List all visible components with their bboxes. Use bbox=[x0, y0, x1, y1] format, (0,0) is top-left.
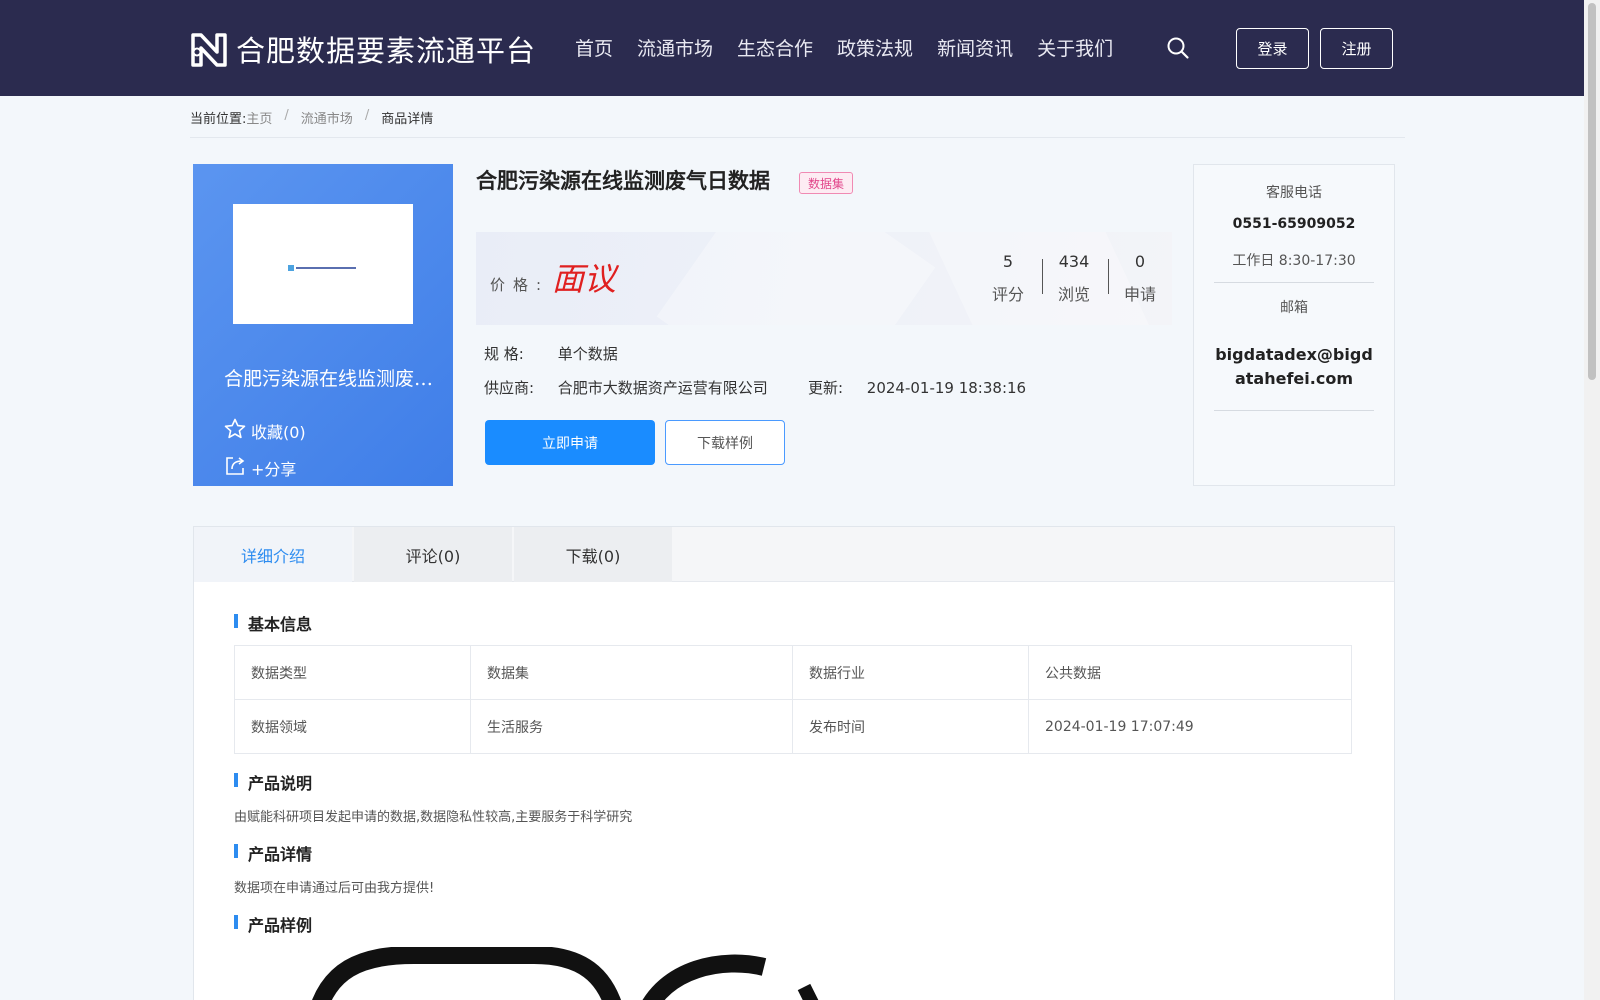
breadcrumb-label: 当前位置: bbox=[190, 112, 247, 127]
table-cell: 数据集 bbox=[470, 645, 793, 700]
tab-bar: 详细介绍 评论(0) 下载(0) bbox=[194, 527, 1394, 582]
supplier-value[interactable]: 合肥市大数据资产运营有限公司 bbox=[558, 379, 768, 397]
product-type-badge: 数据集 bbox=[799, 172, 854, 194]
stat-rating-label: 评分 bbox=[991, 285, 1024, 304]
stat-applications-label: 申请 bbox=[1123, 285, 1156, 304]
table-cell: 发布时间 bbox=[792, 699, 1029, 754]
sample-image bbox=[304, 947, 844, 1000]
contact-divider bbox=[1214, 410, 1374, 411]
main-nav: 首页 流通市场 生态合作 政策法规 新闻资讯 关于我们 bbox=[575, 34, 1137, 61]
login-button[interactable]: 登录 bbox=[1236, 28, 1309, 69]
product-desc-text: 由赋能科研项目发起申请的数据,数据隐私性较高,主要服务于科学研究 bbox=[234, 810, 633, 825]
nav-market[interactable]: 流通市场 bbox=[637, 34, 713, 61]
register-button[interactable]: 注册 bbox=[1320, 28, 1393, 69]
supplier-logo-icon bbox=[288, 260, 358, 271]
star-icon bbox=[223, 417, 251, 445]
tab-details[interactable]: 详细介绍 bbox=[194, 527, 352, 582]
supplier-label: 供应商: bbox=[484, 379, 535, 397]
site-logo[interactable]: 合肥数据要素流通平台 bbox=[190, 28, 536, 70]
page-scrollbar[interactable] bbox=[1584, 0, 1600, 1000]
table-cell: 数据行业 bbox=[792, 645, 1029, 700]
nav-home[interactable]: 首页 bbox=[575, 34, 613, 61]
stat-applications: 0 申请 bbox=[1108, 252, 1172, 305]
price-value: 面议 bbox=[552, 260, 617, 298]
price-label: 价格: bbox=[490, 276, 550, 294]
card-title: 合肥污染源在线监测废气日数据 bbox=[224, 368, 446, 390]
top-header: 合肥数据要素流通平台 首页 流通市场 生态合作 政策法规 新闻资讯 关于我们 登… bbox=[0, 0, 1584, 96]
breadcrumb: 当前位置: 主页 / 流通市场 / 商品详情 bbox=[190, 108, 1405, 138]
product-detail-heading: 产品详情 bbox=[234, 841, 312, 865]
breadcrumb-current: 商品详情 bbox=[381, 112, 434, 127]
product-detail-text: 数据项在申请通过后可由我方提供! bbox=[234, 881, 435, 896]
nav-policy[interactable]: 政策法规 bbox=[837, 34, 913, 61]
table-cell: 数据领域 bbox=[234, 699, 471, 754]
search-icon[interactable] bbox=[1166, 36, 1190, 60]
product-title: 合肥污染源在线监测废气日数据 bbox=[476, 168, 770, 193]
breadcrumb-market[interactable]: 流通市场 bbox=[301, 108, 353, 127]
download-sample-button[interactable]: 下载样例 bbox=[665, 420, 785, 465]
nav-news[interactable]: 新闻资讯 bbox=[937, 34, 1013, 61]
phone-label: 客服电话 bbox=[1266, 185, 1322, 201]
table-cell: 数据类型 bbox=[234, 645, 471, 700]
detail-tabs-panel: 详细介绍 评论(0) 下载(0) 基本信息 数据类型 数据集 数据行业 公共数据… bbox=[193, 526, 1395, 1000]
favorite-button[interactable]: 收藏(0) bbox=[223, 417, 306, 445]
product-thumbnail bbox=[233, 204, 413, 324]
basic-info-heading: 基本信息 bbox=[234, 611, 312, 635]
nav-about[interactable]: 关于我们 bbox=[1037, 34, 1113, 61]
table-cell: 公共数据 bbox=[1028, 645, 1352, 700]
favorite-label: 收藏(0) bbox=[251, 423, 306, 442]
stat-views-label: 浏览 bbox=[1057, 285, 1090, 304]
email-address[interactable]: bigdatadex@bigdatahefei.com bbox=[1213, 343, 1375, 391]
basic-info-table: 数据类型 数据集 数据行业 公共数据 数据领域 生活服务 发布时间 2024-0… bbox=[234, 645, 1352, 754]
logo-icon bbox=[190, 30, 228, 68]
spec-label: 规 格: bbox=[484, 345, 524, 363]
update-label: 更新: bbox=[808, 379, 844, 397]
apply-now-button[interactable]: 立即申请 bbox=[485, 420, 655, 465]
breadcrumb-separator: / bbox=[284, 108, 289, 123]
contact-divider bbox=[1214, 282, 1374, 283]
breadcrumb-separator: / bbox=[364, 108, 370, 123]
stat-applications-value: 0 bbox=[1134, 252, 1146, 271]
stat-rating: 5 评分 bbox=[976, 252, 1040, 305]
tab-downloads[interactable]: 下载(0) bbox=[514, 527, 672, 582]
tab-comments[interactable]: 评论(0) bbox=[354, 527, 512, 582]
supplier-row: 供应商: 合肥市大数据资产运营有限公司 bbox=[484, 377, 768, 398]
nav-ecosystem[interactable]: 生态合作 bbox=[737, 34, 813, 61]
update-value: 2024-01-19 18:38:16 bbox=[866, 379, 1027, 397]
share-label: +分享 bbox=[251, 460, 297, 479]
email-label: 邮箱 bbox=[1280, 300, 1308, 316]
site-title: 合肥数据要素流通平台 bbox=[236, 34, 537, 68]
stat-rating-value: 5 bbox=[1002, 252, 1014, 271]
share-icon bbox=[223, 454, 251, 482]
table-cell: 生活服务 bbox=[470, 699, 793, 754]
contact-panel: 客服电话 0551-65909052 工作日 8:30-17:30 邮箱 big… bbox=[1193, 164, 1395, 486]
stat-views-value: 434 bbox=[1058, 252, 1090, 271]
table-cell: 2024-01-19 17:07:49 bbox=[1028, 699, 1352, 754]
share-button[interactable]: +分享 bbox=[223, 454, 296, 482]
spec-value: 单个数据 bbox=[557, 345, 618, 363]
spec-row: 规 格: 单个数据 bbox=[484, 343, 618, 364]
stat-views: 434 浏览 bbox=[1042, 252, 1106, 305]
product-cover-card: 合肥污染源在线监测废气日数据 收藏(0) +分享 bbox=[193, 164, 453, 486]
service-hours: 工作日 8:30-17:30 bbox=[1232, 253, 1356, 269]
product-sample-heading: 产品样例 bbox=[234, 912, 312, 936]
price-panel: 价格: 面议 5 评分 434 浏览 0 申请 bbox=[476, 232, 1172, 325]
phone-number: 0551-65909052 bbox=[1232, 216, 1356, 232]
table-row: 数据领域 生活服务 发布时间 2024-01-19 17:07:49 bbox=[234, 699, 1352, 754]
breadcrumb-home[interactable]: 主页 bbox=[246, 108, 272, 127]
table-row: 数据类型 数据集 数据行业 公共数据 bbox=[234, 645, 1352, 700]
scrollbar-thumb[interactable] bbox=[1588, 3, 1596, 380]
update-row: 更新: 2024-01-19 18:38:16 bbox=[808, 377, 1026, 398]
product-desc-heading: 产品说明 bbox=[234, 770, 312, 794]
